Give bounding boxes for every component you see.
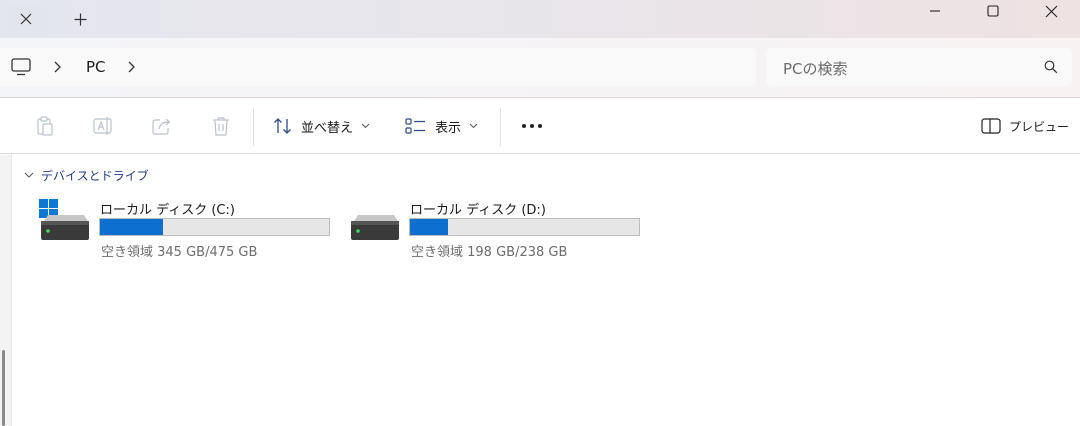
trash-icon[interactable]: [210, 116, 232, 136]
group-label: デバイスとドライブ: [41, 169, 149, 183]
chevron-down-icon: [24, 172, 34, 178]
list-view-icon: [405, 118, 425, 134]
storage-usage-fill: [100, 219, 163, 235]
drive-free-space: 空き領域 345 GB/475 GB: [101, 245, 258, 260]
preview-label: プレビュー: [1009, 119, 1070, 134]
share-icon[interactable]: [151, 116, 173, 136]
search-input[interactable]: PCの検索: [766, 48, 1072, 86]
breadcrumb-pc[interactable]: PC: [86, 58, 106, 76]
view-label: 表示: [435, 120, 462, 136]
command-bar: 並べ替え 表示 プレビュー: [0, 98, 1080, 154]
file-view: デバイスとドライブ ローカル ディスク (C:) 空き領域 345 GB/475…: [0, 155, 1080, 426]
address-row: PC PCの検索: [0, 38, 1080, 98]
plus-icon: [74, 13, 86, 25]
close-icon: [20, 13, 32, 25]
sort-label: 並べ替え: [301, 120, 354, 136]
sort-button[interactable]: 並べ替え: [273, 114, 370, 138]
more-icon: [522, 124, 542, 128]
chevron-right-icon[interactable]: [126, 60, 136, 74]
address-bar[interactable]: PC: [0, 48, 756, 86]
preview-pane-button[interactable]: プレビュー: [981, 114, 1069, 138]
preview-pane-icon: [981, 118, 1001, 134]
drive-item-d[interactable]: ローカル ディスク (D:) 空き領域 198 GB/238 GB: [348, 199, 648, 263]
chevron-down-icon: [361, 123, 370, 129]
chevron-right-icon[interactable]: [52, 60, 62, 74]
rename-icon[interactable]: [92, 116, 114, 136]
maximize-icon: [987, 5, 999, 17]
title-bar: [0, 0, 1080, 38]
storage-usage-fill: [410, 219, 449, 235]
close-tab-button[interactable]: [6, 4, 46, 34]
drive-free-space: 空き領域 198 GB/238 GB: [411, 245, 568, 260]
storage-usage-bar: [99, 218, 330, 236]
navigation-pane-edge: [0, 155, 12, 426]
toolbar-divider: [500, 108, 501, 146]
close-window-button[interactable]: [1022, 0, 1080, 22]
paste-icon[interactable]: [34, 116, 56, 136]
search-placeholder: PCの検索: [783, 60, 848, 78]
new-tab-button[interactable]: [62, 4, 98, 34]
sort-icon: [274, 118, 291, 134]
storage-usage-bar: [409, 218, 640, 236]
more-options-button[interactable]: [518, 116, 546, 136]
maximize-button[interactable]: [964, 0, 1022, 22]
search-icon[interactable]: [1044, 60, 1058, 74]
view-button[interactable]: 表示: [405, 114, 478, 138]
minimize-button[interactable]: [906, 0, 964, 22]
drive-icon: [351, 215, 399, 240]
close-icon: [1045, 5, 1057, 17]
minimize-icon: [930, 10, 940, 12]
toolbar-divider: [253, 108, 254, 146]
group-header-devices[interactable]: デバイスとドライブ: [24, 167, 149, 184]
drive-name: ローカル ディスク (D:): [410, 203, 546, 218]
drive-name: ローカル ディスク (C:): [100, 203, 235, 218]
window-controls: [906, 0, 1080, 30]
monitor-icon: [11, 58, 31, 76]
scrollbar-thumb[interactable]: [2, 350, 5, 426]
drive-item-c[interactable]: ローカル ディスク (C:) 空き領域 345 GB/475 GB: [38, 199, 338, 263]
chevron-down-icon: [469, 123, 478, 129]
system-drive-icon: [39, 199, 89, 240]
